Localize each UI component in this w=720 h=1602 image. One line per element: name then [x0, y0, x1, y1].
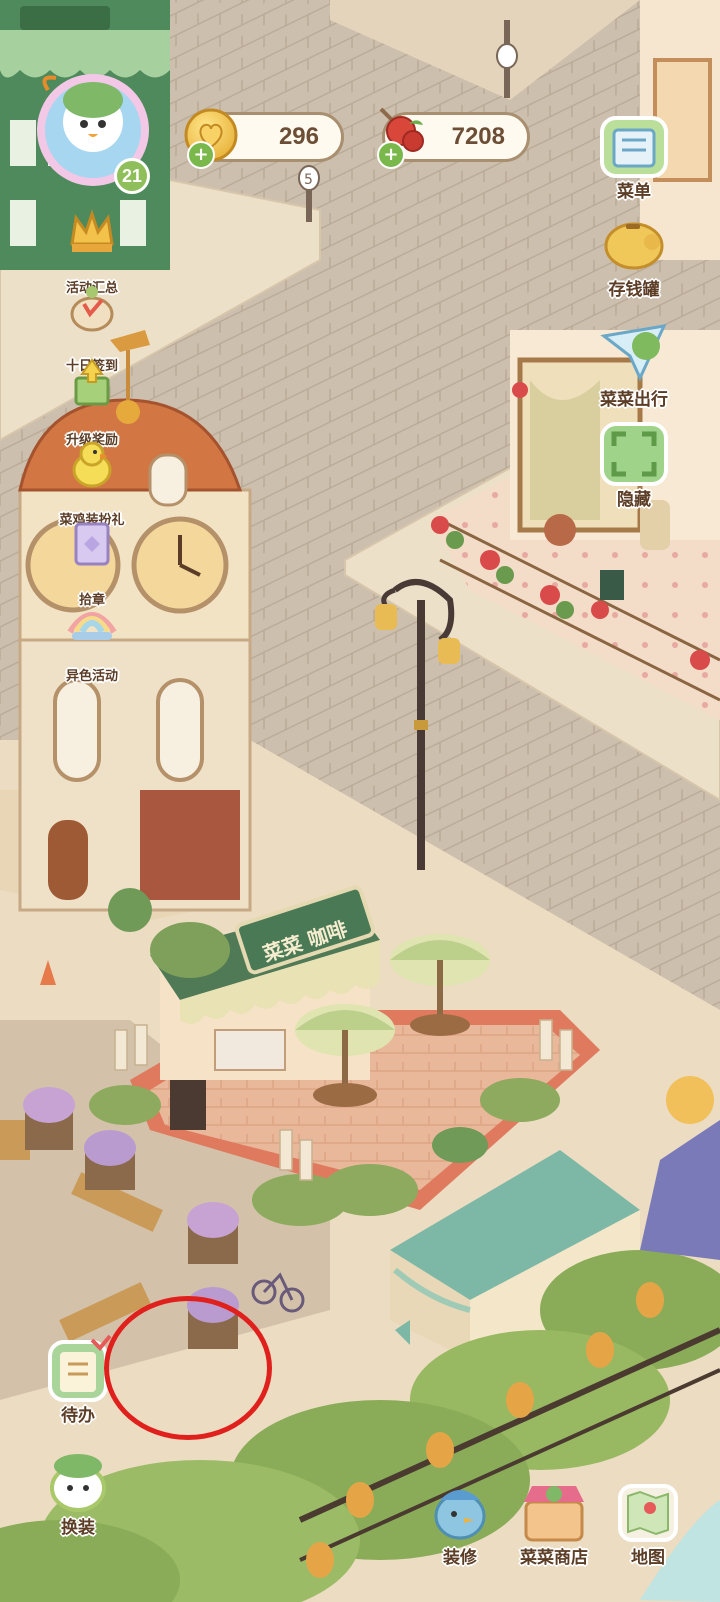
- hide-ui-label: 隐藏: [617, 490, 651, 510]
- map-icon: [618, 1484, 678, 1542]
- paper-plane-icon: [600, 324, 667, 382]
- piggy-bank-icon: [604, 222, 664, 270]
- wardrobe-icon: [50, 1454, 106, 1512]
- shop-icon: [524, 1486, 584, 1542]
- decorate-bird-icon: [434, 1490, 486, 1540]
- hide-ui-button[interactable]: 隐藏: [592, 416, 676, 512]
- todo-label: 待办: [61, 1406, 95, 1426]
- upgrade-gift-icon: [74, 358, 110, 406]
- menu-list-icon: [600, 116, 668, 178]
- chick-icon: [72, 441, 112, 488]
- coin-counter[interactable]: + 296: [184, 108, 344, 169]
- wardrobe-button[interactable]: 换装: [36, 1444, 120, 1540]
- coin-amount: 296: [278, 123, 319, 150]
- food-amount: 7208: [451, 123, 505, 150]
- stamp-card-icon: [74, 522, 110, 566]
- player-avatar[interactable]: 21: [28, 70, 158, 195]
- menu-label: 菜单: [617, 182, 651, 202]
- add-coins-button[interactable]: +: [187, 141, 215, 169]
- level-badge: 21: [114, 158, 150, 194]
- decorate-button[interactable]: 装修: [418, 1474, 502, 1570]
- travel-button[interactable]: 菜菜出行: [592, 316, 676, 412]
- decorate-label: 装修: [443, 1548, 477, 1568]
- food-counter[interactable]: + 7208: [377, 107, 530, 169]
- map-button[interactable]: 地图: [606, 1474, 690, 1570]
- map-label: 地图: [631, 1548, 665, 1568]
- menu-button[interactable]: 菜单: [592, 108, 676, 204]
- highlight-circle: [104, 1296, 272, 1440]
- shop-label: 菜菜商店: [520, 1548, 588, 1568]
- hide-expand-icon: [600, 422, 668, 486]
- travel-label: 菜菜出行: [600, 390, 668, 410]
- add-food-button[interactable]: +: [377, 141, 405, 169]
- shiny-event-button[interactable]: 异色活动: [46, 592, 138, 686]
- piggy-bank-label: 存钱罐: [608, 280, 660, 300]
- calendar-pot-icon: [70, 286, 114, 332]
- sign-number: 5: [304, 172, 313, 188]
- shiny-event-label: 异色活动: [65, 669, 118, 684]
- piggy-bank-button[interactable]: 存钱罐: [592, 206, 676, 302]
- rainbow-icon: [67, 612, 117, 640]
- shop-button[interactable]: 菜菜商店: [512, 1474, 596, 1570]
- crown-icon: [70, 209, 114, 252]
- wardrobe-label: 换装: [61, 1518, 95, 1538]
